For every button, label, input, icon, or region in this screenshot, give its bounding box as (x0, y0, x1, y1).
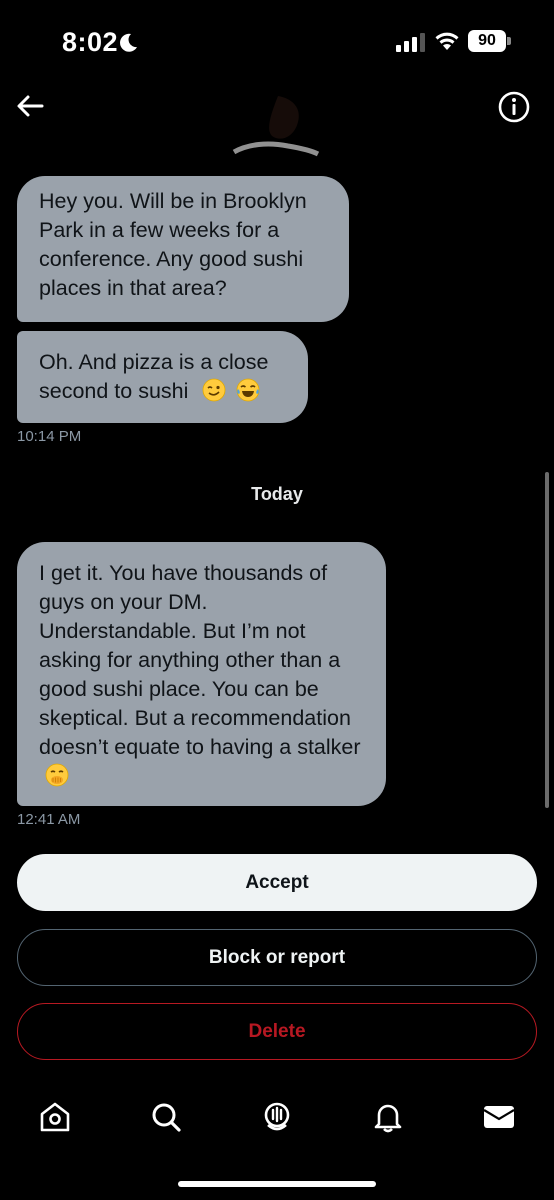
message-text: Oh. And pizza is a close second to sushi (39, 350, 269, 403)
winking-face-emoji (202, 378, 226, 402)
block-or-report-button[interactable]: Block or report (17, 929, 537, 986)
avatar[interactable] (228, 92, 324, 164)
home-icon[interactable] (38, 1100, 72, 1134)
wifi-icon (435, 32, 459, 50)
hand-over-mouth-emoji (45, 763, 69, 787)
back-arrow-icon[interactable] (14, 90, 46, 122)
signal-icon (396, 33, 425, 52)
messages-icon[interactable] (482, 1100, 516, 1134)
battery-level: 90 (468, 30, 506, 52)
message-text: I get it. You have thousands of guys on … (39, 561, 361, 759)
delete-button[interactable]: Delete (17, 1003, 537, 1060)
status-time: 8:02 (62, 27, 119, 57)
notifications-icon[interactable] (371, 1100, 405, 1134)
message-bubble[interactable]: Hey you. Will be in Brooklyn Park in a f… (17, 176, 349, 322)
day-separator: Today (251, 484, 303, 504)
message-timestamp: 10:14 PM (17, 428, 82, 445)
scrollbar[interactable] (545, 472, 549, 808)
message-bubble[interactable]: I get it. You have thousands of guys on … (17, 542, 386, 806)
message-timestamp: 12:41 AM (17, 811, 81, 828)
message-text: Hey you. Will be in Brooklyn Park in a f… (39, 189, 307, 300)
message-bubble[interactable]: Oh. And pizza is a close second to sushi (17, 331, 308, 423)
accept-button[interactable]: Accept (17, 854, 537, 911)
tears-of-joy-emoji (236, 378, 260, 402)
home-indicator[interactable] (178, 1181, 376, 1187)
status-bar: 8:02 90 (0, 0, 554, 80)
spaces-icon[interactable] (260, 1100, 294, 1134)
search-icon[interactable] (149, 1100, 183, 1134)
info-icon[interactable] (497, 90, 531, 124)
battery-icon: 90 (468, 30, 512, 52)
moon-icon (120, 33, 137, 52)
